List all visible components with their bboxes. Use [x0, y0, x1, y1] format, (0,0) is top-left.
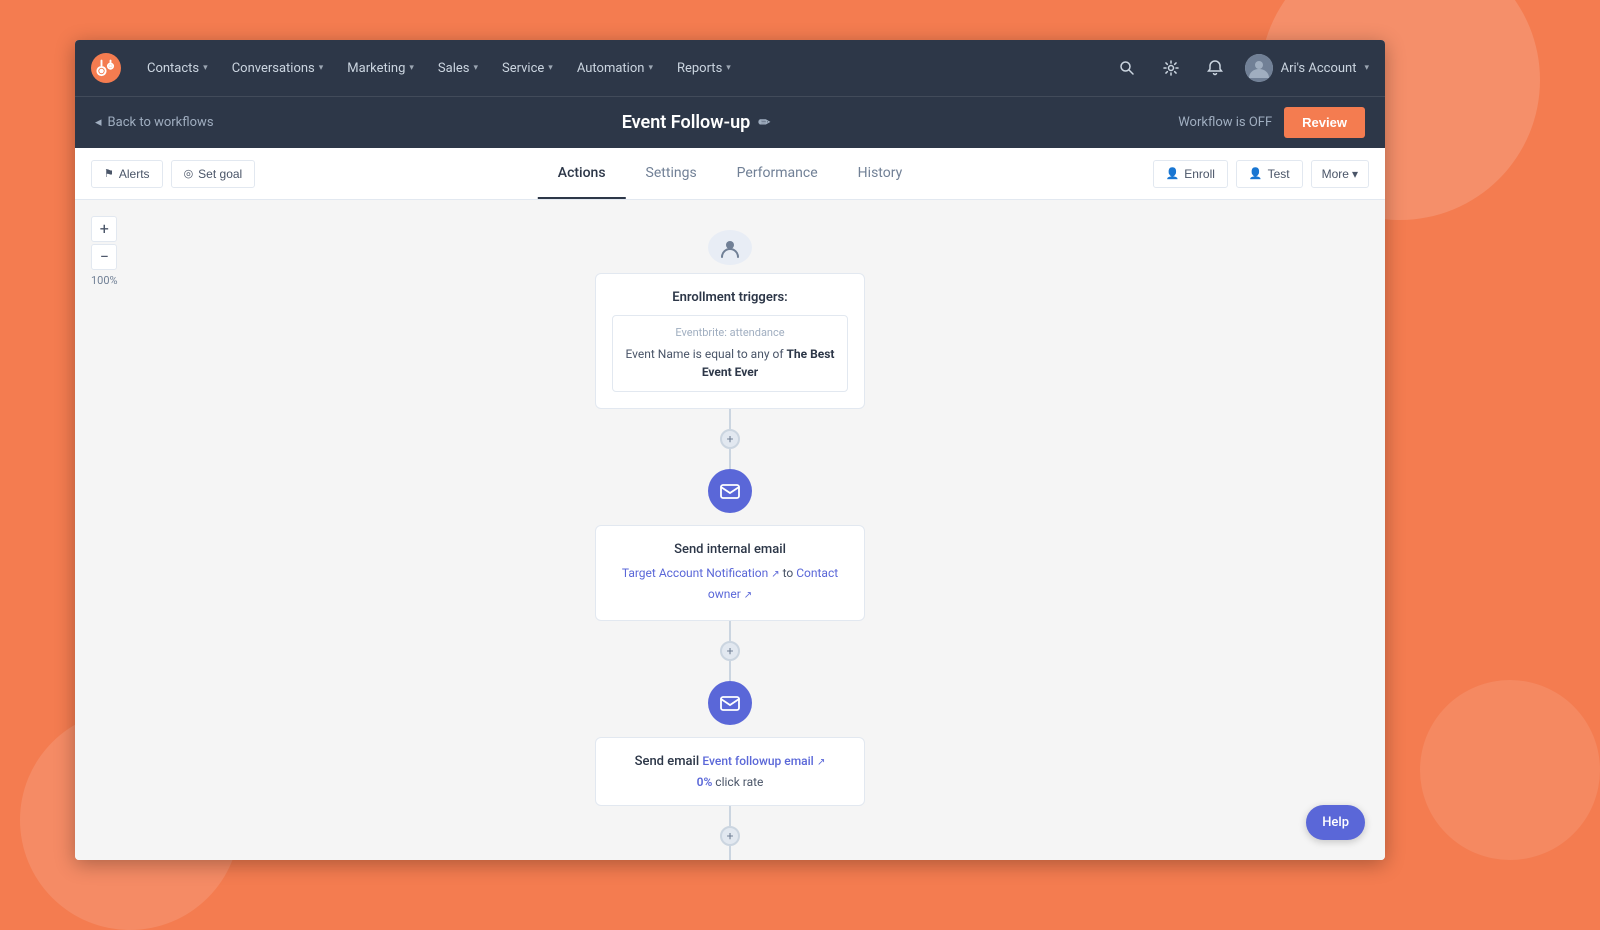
nav-service[interactable]: Service ▾: [492, 55, 563, 82]
action-1-links: Target Account Notification ↗ to Contact…: [612, 563, 848, 604]
review-button[interactable]: Review: [1284, 107, 1365, 138]
condition-source-text: Eventbrite: attendance: [623, 326, 837, 339]
notifications-button[interactable]: [1201, 54, 1229, 82]
edit-title-icon[interactable]: ✏: [758, 115, 770, 131]
more-button[interactable]: More ▾: [1311, 160, 1369, 188]
add-step-button-3[interactable]: +: [720, 826, 740, 846]
back-to-workflows-link[interactable]: ◂ Back to workflows: [95, 115, 214, 130]
workflow-status-text: Workflow is OFF: [1178, 115, 1272, 130]
sub-header: ◂ Back to workflows Event Follow-up ✏ Wo…: [75, 96, 1385, 148]
top-nav: Contacts ▾ Conversations ▾ Marketing ▾ S…: [75, 40, 1385, 96]
action-1-title: Send internal email: [612, 542, 848, 557]
nav-conversations[interactable]: Conversations ▾: [222, 55, 334, 82]
sub-header-right: Workflow is OFF Review: [1178, 107, 1365, 138]
toolbar-right: 👤 Enroll 👤 Test More ▾: [1153, 160, 1369, 188]
trigger-condition-box: Eventbrite: attendance Event Name is equ…: [612, 315, 848, 392]
test-button[interactable]: 👤 Test: [1236, 160, 1303, 188]
account-name: Ari's Account: [1281, 61, 1357, 76]
tab-settings[interactable]: Settings: [626, 149, 717, 199]
test-icon: 👤: [1249, 167, 1263, 180]
tab-history[interactable]: History: [838, 149, 923, 199]
goal-icon: ◎: [184, 167, 194, 180]
reports-chevron-icon: ▾: [726, 63, 731, 73]
account-menu[interactable]: Ari's Account ▾: [1245, 54, 1369, 82]
alerts-icon: ⚑: [104, 167, 114, 180]
toolbar: ⚑ Alerts ◎ Set goal Actions Settings Per…: [75, 148, 1385, 200]
more-chevron-icon: ▾: [1352, 167, 1358, 181]
workflow-title-text: Event Follow-up: [622, 112, 751, 133]
enroll-button[interactable]: 👤 Enroll: [1153, 160, 1228, 188]
connector-3: +: [720, 806, 740, 860]
back-arrow-icon: ◂: [95, 115, 102, 130]
automation-chevron-icon: ▾: [648, 63, 653, 73]
nav-reports[interactable]: Reports ▾: [667, 55, 741, 82]
workflow-canvas: + − 100% Enrollment triggers: Eventbrite…: [75, 200, 1385, 860]
search-button[interactable]: [1113, 54, 1141, 82]
enroll-icon: 👤: [1166, 167, 1180, 180]
action-1-link1[interactable]: Target Account Notification: [622, 566, 768, 580]
account-chevron-icon: ▾: [1364, 63, 1369, 73]
tab-actions[interactable]: Actions: [538, 149, 626, 199]
action-2-title: Send email Event followup email ↗: [612, 754, 848, 769]
action-2-stat-suffix: click rate: [715, 775, 763, 789]
nav-contacts[interactable]: Contacts ▾: [137, 55, 218, 82]
connector-1: +: [720, 409, 740, 469]
add-step-button-2[interactable]: +: [720, 641, 740, 661]
action-node-1-wrapper: Send internal email Target Account Notif…: [595, 469, 865, 621]
workflow-area: Enrollment triggers: Eventbrite: attenda…: [75, 200, 1385, 860]
app-window: Contacts ▾ Conversations ▾ Marketing ▾ S…: [75, 40, 1385, 860]
hubspot-logo[interactable]: [91, 53, 121, 83]
action-2-link[interactable]: Event followup email: [702, 754, 813, 768]
trigger-node-icon: [708, 230, 752, 265]
trigger-title: Enrollment triggers:: [612, 290, 848, 305]
alerts-button[interactable]: ⚑ Alerts: [91, 160, 163, 188]
action-1-external-icon-2: ↗: [744, 590, 752, 601]
tab-performance[interactable]: Performance: [717, 149, 838, 199]
marketing-chevron-icon: ▾: [409, 63, 414, 73]
add-step-button-1[interactable]: +: [720, 429, 740, 449]
service-chevron-icon: ▾: [548, 63, 553, 73]
nav-sales[interactable]: Sales ▾: [428, 55, 488, 82]
settings-button[interactable]: [1157, 54, 1185, 82]
nav-right: Ari's Account ▾: [1113, 54, 1369, 82]
action-node-1[interactable]: Send internal email Target Account Notif…: [595, 525, 865, 621]
action-2-external-icon: ↗: [817, 757, 825, 768]
user-avatar: [1245, 54, 1273, 82]
action-2-icon-wrap: [708, 681, 752, 725]
action-node-2-wrapper: Send email Event followup email ↗ 0% cli…: [595, 681, 865, 806]
connector-2: +: [720, 621, 740, 681]
set-goal-button[interactable]: ◎ Set goal: [171, 160, 256, 188]
contacts-chevron-icon: ▾: [203, 63, 208, 73]
tab-list: Actions Settings Performance History: [538, 149, 922, 199]
nav-items: Contacts ▾ Conversations ▾ Marketing ▾ S…: [137, 55, 1113, 82]
condition-detail-text: Event Name is equal to any of The Best E…: [623, 345, 837, 381]
workflow-title-area: Event Follow-up ✏: [622, 112, 770, 133]
sales-chevron-icon: ▾: [473, 63, 478, 73]
action-2-stat: 0% click rate: [612, 775, 848, 789]
toolbar-left: ⚑ Alerts ◎ Set goal: [91, 160, 255, 188]
nav-marketing[interactable]: Marketing ▾: [337, 55, 424, 82]
nav-automation[interactable]: Automation ▾: [567, 55, 663, 82]
action-node-2[interactable]: Send email Event followup email ↗ 0% cli…: [595, 737, 865, 806]
action-1-external-icon-1: ↗: [771, 569, 779, 580]
action-2-stat-value: 0%: [697, 775, 713, 789]
help-button[interactable]: Help: [1306, 805, 1365, 840]
enrollment-trigger-node[interactable]: Enrollment triggers: Eventbrite: attenda…: [595, 273, 865, 409]
action-1-icon-wrap: [708, 469, 752, 513]
conversations-chevron-icon: ▾: [319, 63, 324, 73]
